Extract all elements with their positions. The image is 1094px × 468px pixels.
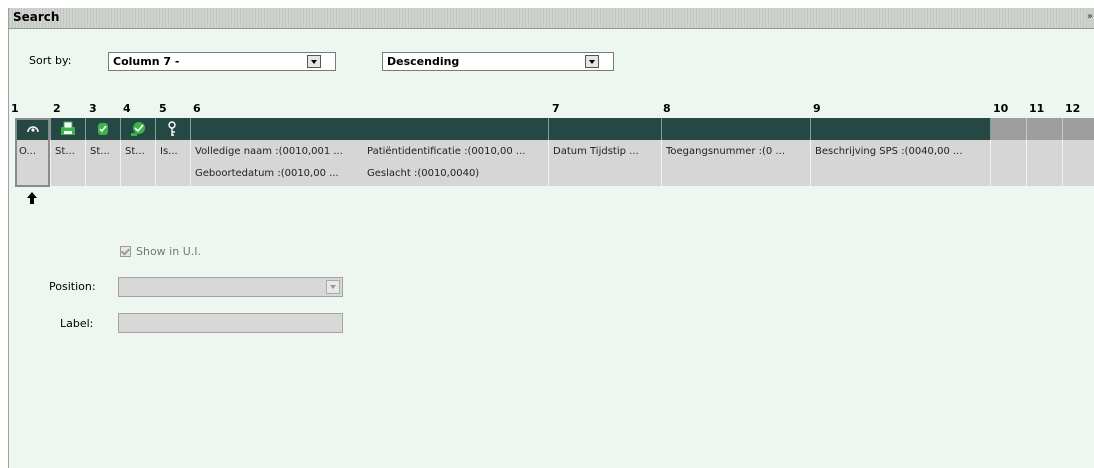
column-cell-4[interactable]: St...: [121, 140, 156, 186]
sort-order-value: Descending: [387, 55, 460, 68]
cell-text: St...: [125, 146, 145, 157]
chevron-down-icon[interactable]: [326, 280, 340, 294]
column-number: 3: [89, 102, 97, 115]
position-label: Position:: [49, 280, 96, 293]
printer-icon: [61, 121, 75, 135]
cell-text: Beschrijving SPS :(0040,00 ...: [815, 146, 963, 157]
column-cell-7[interactable]: Datum Tijdstip ...: [549, 140, 662, 186]
column-cell-6[interactable]: Volledige naam :(0010,001 ... Patiëntide…: [191, 140, 549, 186]
column-header-6[interactable]: [191, 118, 549, 140]
column-header-2[interactable]: [51, 118, 86, 140]
column-header-3[interactable]: [86, 118, 121, 140]
column-header-12[interactable]: [1063, 118, 1094, 140]
position-dropdown[interactable]: [118, 277, 343, 297]
column-number: 4: [123, 102, 131, 115]
panel-title: Search: [13, 10, 60, 24]
show-in-ui-label: Show in U.I.: [136, 245, 201, 258]
cell-text: St...: [55, 146, 75, 157]
chevron-down-icon[interactable]: [307, 55, 321, 68]
column-header-11[interactable]: [1027, 118, 1063, 140]
column-cell-8[interactable]: Toegangsnummer :(0 ...: [662, 140, 811, 186]
show-in-ui-checkbox[interactable]: [120, 246, 131, 257]
column-number: 6: [193, 102, 201, 115]
database-icon: [98, 123, 108, 135]
column-number: 2: [53, 102, 61, 115]
cell-text: St...: [90, 146, 110, 157]
cell-text: Volledige naam :(0010,001 ...: [195, 146, 343, 157]
selected-column-highlight: [15, 118, 50, 187]
search-panel: Search » Sort by: Column 7 - Descending …: [8, 8, 1094, 468]
column-number: 1: [11, 102, 19, 115]
collapse-icon[interactable]: »: [1087, 11, 1093, 22]
user-check-icon: [131, 122, 145, 136]
panel-titlebar[interactable]: Search »: [9, 8, 1094, 29]
column-cell-2[interactable]: St...: [51, 140, 86, 186]
column-cell-11[interactable]: [1027, 140, 1063, 186]
cell-text: Is...: [160, 146, 178, 157]
column-number: 8: [663, 102, 671, 115]
column-cell-9[interactable]: Beschrijving SPS :(0040,00 ...: [811, 140, 991, 186]
column-number: 9: [813, 102, 821, 115]
column-cell-3[interactable]: St...: [86, 140, 121, 186]
column-cell-5[interactable]: Is...: [156, 140, 191, 186]
column-number: 12: [1065, 102, 1081, 115]
column-header-4[interactable]: [121, 118, 156, 140]
column-number: 10: [993, 102, 1009, 115]
cell-text: Geslacht :(0010,0040): [367, 168, 480, 179]
column-header-10[interactable]: [991, 118, 1027, 140]
column-number: 11: [1029, 102, 1045, 115]
cell-text: Patiëntidentificatie :(0010,00 ...: [367, 146, 526, 157]
column-header-9[interactable]: [811, 118, 991, 140]
cell-text: Datum Tijdstip ...: [553, 146, 639, 157]
column-cell-12[interactable]: [1063, 140, 1094, 186]
up-arrow-icon: [27, 192, 37, 204]
column-cell-10[interactable]: [991, 140, 1027, 186]
label-input[interactable]: [118, 313, 343, 333]
label-label: Label:: [60, 317, 94, 330]
cell-text: Toegangsnummer :(0 ...: [666, 146, 785, 157]
key-icon: [168, 121, 176, 136]
column-number: 5: [159, 102, 167, 115]
sort-order-dropdown[interactable]: Descending: [382, 52, 614, 71]
column-header-7[interactable]: [549, 118, 662, 140]
sort-column-value: Column 7 -: [113, 55, 180, 68]
column-header-8[interactable]: [662, 118, 811, 140]
chevron-down-icon[interactable]: [585, 55, 599, 68]
column-number: 7: [552, 102, 560, 115]
sort-by-label: Sort by:: [29, 54, 72, 67]
sort-column-dropdown[interactable]: Column 7 -: [108, 52, 336, 71]
cell-text: Geboortedatum :(0010,00 ...: [195, 168, 339, 179]
column-header-5[interactable]: [156, 118, 191, 140]
